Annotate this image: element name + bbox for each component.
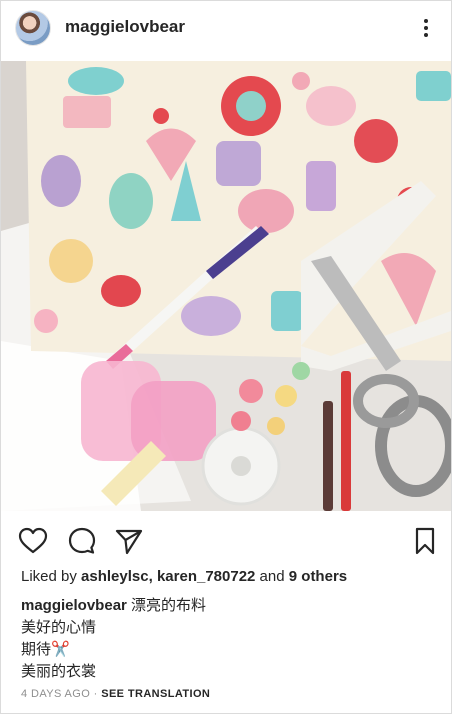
comment-bubble-icon[interactable]	[66, 525, 98, 557]
caption-line: 美好的心情	[21, 619, 97, 636]
avatar[interactable]	[15, 10, 51, 46]
meta-dot: ·	[90, 688, 102, 700]
more-options-icon[interactable]	[415, 15, 437, 41]
post-photo[interactable]	[1, 61, 451, 511]
post-username[interactable]: maggielovbear	[65, 17, 185, 37]
liked-user-link[interactable]: ashleylsc	[81, 568, 149, 585]
caption-line: 期待✂️	[21, 641, 70, 658]
likes-summary: Liked by ashleylsc, karen_780722 and 9 o…	[21, 568, 347, 585]
post-timestamp: 4 DAYS AGO	[21, 688, 91, 700]
post-header: maggielovbear	[1, 1, 451, 55]
liked-user-link[interactable]: karen_780722	[157, 568, 255, 585]
see-translation-link[interactable]: SEE TRANSLATION	[101, 688, 210, 700]
bookmark-outline-icon[interactable]	[409, 525, 441, 557]
heart-outline-icon[interactable]	[17, 525, 49, 557]
paper-plane-icon[interactable]	[113, 525, 145, 557]
caption-line: 美丽的衣裳	[21, 663, 97, 680]
photo-illustration	[1, 61, 451, 511]
caption-line: 漂亮的布料	[126, 597, 207, 614]
post-card: maggielovbear Liked by ashleylsc, karen_…	[0, 0, 452, 714]
liked-others-link[interactable]: 9 others	[289, 568, 347, 585]
liked-by-prefix: Liked by	[21, 568, 82, 585]
liked-separator: ,	[148, 568, 157, 585]
caption-username[interactable]: maggielovbear	[21, 597, 127, 614]
post-caption: maggielovbear 漂亮的布料 美好的心情 期待✂️ 美丽的衣裳	[21, 595, 441, 683]
action-bar	[1, 521, 451, 561]
liked-and-text: and	[255, 568, 289, 585]
post-meta: 4 DAYS AGO · SEE TRANSLATION	[21, 688, 210, 700]
